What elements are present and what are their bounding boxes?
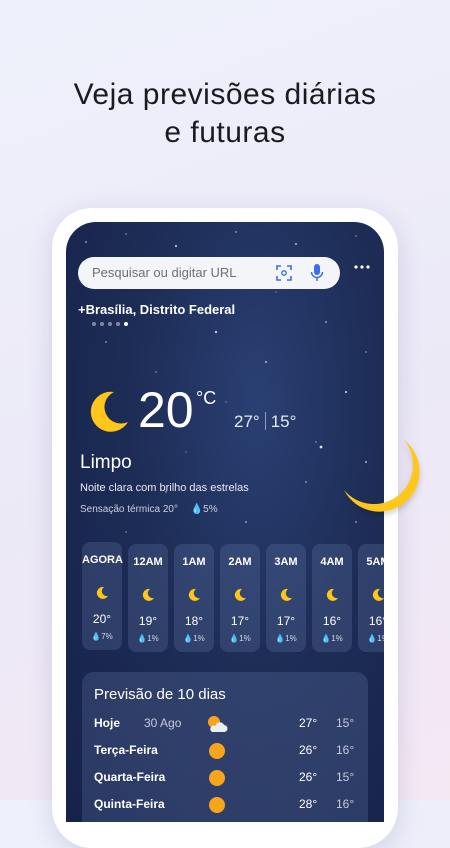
hourly-rain-chance: 💧1%	[275, 634, 297, 643]
forecast-row[interactable]: Terça-Feira 26° 16°	[94, 743, 364, 765]
hourly-time: 3AM	[274, 556, 298, 568]
more-options-icon[interactable]	[354, 264, 370, 270]
hourly-time: 1AM	[182, 556, 206, 568]
forecast-row[interactable]: Quinta-Feira 28° 16°	[94, 797, 364, 819]
temperature-unit: °C	[196, 388, 217, 408]
forecast-row[interactable]: Hoje 30 Ago 27° 15°	[94, 716, 364, 738]
forecast-day: Terça-Feira	[94, 743, 158, 757]
scan-icon[interactable]	[276, 265, 292, 281]
hourly-card[interactable]: 1AM 18° 💧1%	[174, 544, 214, 652]
low-temperature: 15°	[270, 412, 297, 431]
moon-decoration-icon	[344, 440, 420, 512]
current-temperature: 20	[138, 382, 194, 438]
divider	[264, 412, 266, 430]
location-label[interactable]: +Brasília, Distrito Federal	[78, 302, 235, 317]
hourly-rain-chance: 💧1%	[137, 634, 159, 643]
hourly-rain-chance: 💧1%	[321, 634, 343, 643]
hourly-temperature: 17°	[276, 614, 296, 628]
condition-label: Limpo	[80, 452, 132, 473]
feels-like-text: Sensação térmica 20°	[80, 504, 178, 515]
moon-icon	[326, 588, 338, 601]
forecast-day: Quinta-Feira	[94, 797, 165, 811]
hourly-time: AGORA	[82, 554, 123, 566]
search-bar[interactable]: Pesquisar ou digitar URL	[78, 257, 340, 289]
page-dot	[92, 322, 96, 326]
partly-cloudy-icon	[208, 716, 228, 732]
headline-line-1: Veja previsões diárias	[73, 78, 377, 111]
hourly-card[interactable]: 2AM 17° 💧1%	[220, 544, 260, 652]
condition-description: Noite clara com brilho das estrelas	[80, 482, 249, 494]
page-dot-active	[124, 322, 128, 326]
forecast-high: 27°	[299, 716, 318, 730]
hourly-rain-chance: 💧7%	[91, 632, 113, 641]
headline-line-2: e futuras	[164, 116, 286, 149]
hourly-time: 12AM	[133, 556, 163, 568]
hourly-temperature: 16°	[368, 614, 384, 628]
hourly-time: 5AM	[366, 556, 384, 568]
hourly-rain-chance: 💧1%	[367, 634, 384, 643]
forecast-high: 26°	[299, 770, 318, 784]
forecast-row[interactable]: Quarta-Feira 26° 15°	[94, 770, 364, 792]
forecast-high: 26°	[299, 743, 318, 757]
sun-icon	[209, 797, 225, 813]
hourly-card[interactable]: 5AM 16° 💧1%	[358, 544, 384, 652]
hourly-temperature: 18°	[184, 614, 204, 628]
hourly-card[interactable]: 4AM 16° 💧1%	[312, 544, 352, 652]
page-indicator	[92, 322, 128, 326]
hourly-rain-chance: 💧1%	[229, 634, 251, 643]
hourly-card[interactable]: AGORA 20° 💧7%	[82, 542, 123, 650]
hourly-time: 4AM	[320, 556, 344, 568]
hourly-temperature: 17°	[230, 614, 250, 628]
hourly-card[interactable]: 12AM 19° 💧1%	[128, 544, 168, 652]
high-low: 27° 15°	[234, 412, 296, 432]
moon-icon	[234, 588, 246, 601]
forecast-low: 15°	[336, 770, 355, 784]
moon-icon	[90, 391, 128, 432]
hourly-card[interactable]: 3AM 17° 💧1%	[266, 544, 306, 652]
forecast-low: 16°	[336, 743, 355, 757]
sun-icon	[209, 770, 225, 786]
forecast-low: 15°	[336, 716, 355, 730]
moon-icon	[188, 588, 200, 601]
high-temperature: 27°	[234, 412, 260, 431]
hourly-forecast[interactable]: AGORA 20° 💧7% 12AM 19° 💧1% 1AM 18° 💧1% 2AM 17° 💧1% 3…	[82, 542, 384, 662]
forecast-date: 30 Ago	[144, 716, 182, 730]
page-dot	[100, 322, 104, 326]
moon-icon	[280, 588, 292, 601]
precipitation-chance: 💧5%	[190, 504, 218, 515]
sun-icon	[209, 743, 225, 759]
forecast-high: 28°	[299, 797, 318, 811]
mic-icon[interactable]	[310, 263, 324, 283]
page-dot	[108, 322, 112, 326]
moon-icon	[96, 586, 108, 599]
hourly-time: 2AM	[228, 556, 252, 568]
feels-like: Sensação térmica 20° 💧5%	[80, 504, 218, 515]
forecast-title: Previsão de 10 dias	[94, 686, 226, 703]
weather-screen: Pesquisar ou digitar URL +Brasília, Dist…	[66, 222, 384, 822]
moon-icon	[372, 588, 384, 601]
forecast-low: 16°	[336, 797, 355, 811]
search-input[interactable]: Pesquisar ou digitar URL	[92, 265, 237, 280]
page-dot	[116, 322, 120, 326]
hourly-rain-chance: 💧1%	[183, 634, 205, 643]
hourly-temperature: 20°	[92, 612, 112, 626]
hourly-temperature: 19°	[138, 614, 158, 628]
promo-headline: Veja previsões diárias e futuras	[0, 76, 450, 152]
forecast-day: Quarta-Feira	[94, 770, 166, 784]
moon-icon	[142, 588, 154, 601]
forecast-day: Hoje	[94, 716, 121, 730]
hourly-temperature: 16°	[322, 614, 342, 628]
